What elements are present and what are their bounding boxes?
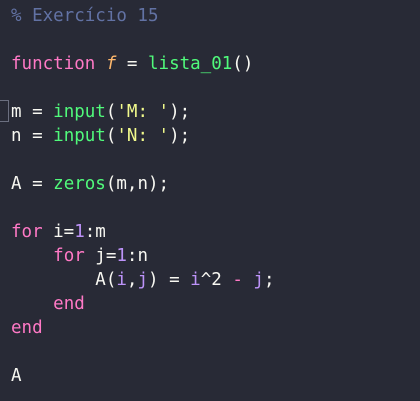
code-token-fn: lista_01 [148,54,233,74]
code-token-number: 1 [116,246,127,266]
code-token-keyword: for [53,246,85,266]
code-token-keyword: end [11,318,43,338]
code-token-plain: () [232,54,254,74]
code-token-keyword: for [11,222,43,242]
code-token-op: - [232,270,243,290]
code-token-string: 'M: ' [116,102,170,122]
code-line: m = input('M: '); [11,100,190,124]
code-line: A = zeros(m,n); [11,172,169,196]
code-line: A(i,j) = i^2 - j; [11,268,275,292]
code-token-plain: A( [11,270,117,290]
code-token-string: 'N: ' [116,126,170,146]
code-line: for j=1:n [11,244,148,268]
code-token-fn: zeros [53,174,106,194]
code-token-plain: A = [11,174,54,194]
code-token-fn: input [53,102,106,122]
code-token-plain: ; [263,270,275,290]
code-token-plain: n = [11,126,54,146]
code-token-plain: A [11,366,22,386]
code-token-fn: input [53,126,106,146]
code-token-plain: = [116,54,148,74]
code-token-plain: (m,n); [105,174,170,194]
code-token-plain: m = [11,102,54,122]
code-token-comment: % Exercício 15 [11,6,159,26]
code-token-number: 1 [74,222,85,242]
code-token-plain: j= [84,246,117,266]
code-token-param: f [105,54,117,74]
code-line: end [11,316,43,340]
code-token-plain: ( [105,102,117,122]
code-line: end [11,292,85,316]
code-token-plain: ); [169,102,191,122]
code-token-keyword: function [11,54,96,74]
code-token-var: j [137,270,148,290]
code-line: n = input('N: '); [11,124,190,148]
code-line: % Exercício 15 [11,4,159,28]
code-line: for i=1:m [11,220,106,244]
code-line: A [11,364,22,388]
code-token-var: i [116,270,127,290]
text-cursor [0,100,9,122]
code-token-plain: ); [169,126,191,146]
code-token-plain: ^2 [200,270,233,290]
code-token-plain: ) = [148,270,191,290]
code-token-plain: i= [42,222,75,242]
code-editor[interactable]: % Exercício 15 function f = lista_01() m =… [0,0,420,401]
code-token-plain: :n [126,246,148,266]
code-token-var: i [190,270,201,290]
code-token-plain: :m [84,222,106,242]
code-token-var: j [253,270,264,290]
code-line: function f = lista_01() [11,52,253,76]
code-token-plain: ( [105,126,117,146]
code-token-keyword: end [53,294,85,314]
code-token-plain: , [126,270,138,290]
